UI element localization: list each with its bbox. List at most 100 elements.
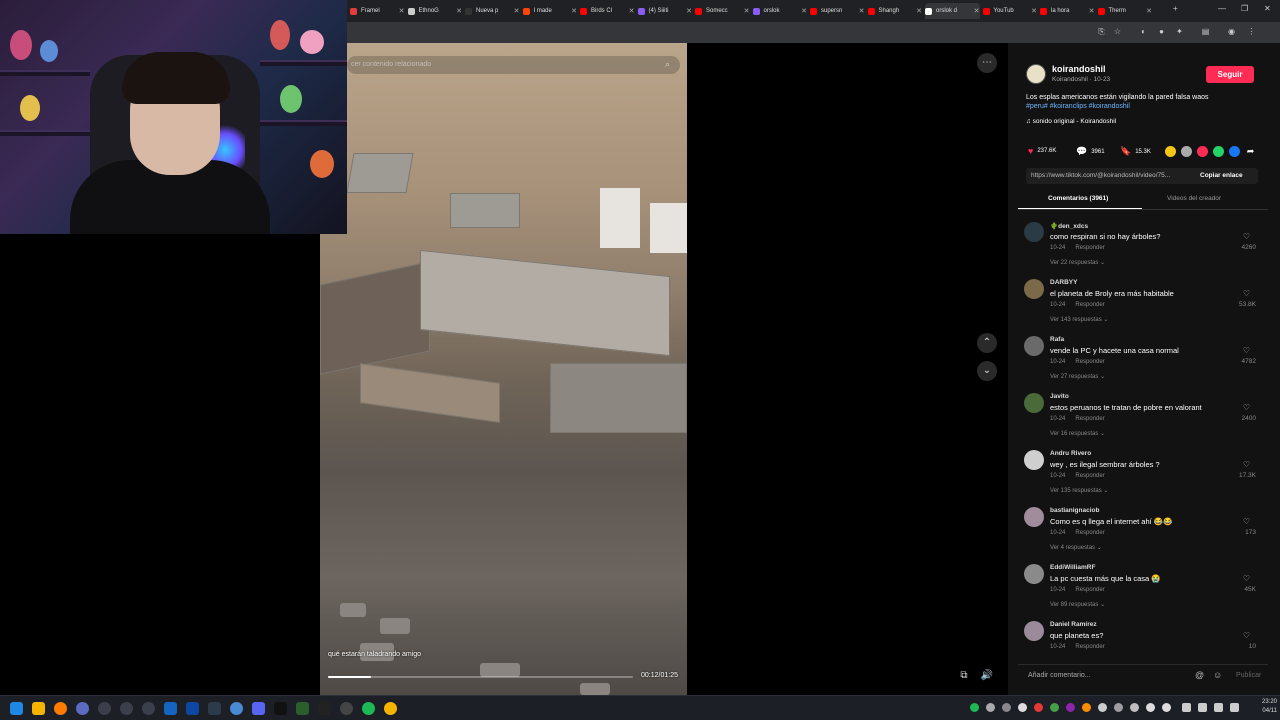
app-arrow-icon[interactable] [120, 702, 133, 715]
app-gear-icon[interactable] [340, 702, 353, 715]
volume-icon[interactable]: 🔊 [977, 666, 997, 686]
share-whatsapp-icon[interactable] [1213, 146, 1224, 157]
close-window-icon[interactable]: ✕ [1264, 4, 1271, 13]
comment-stat[interactable]: 💬 3961 [1076, 146, 1105, 157]
reply-button[interactable]: Responder [1075, 473, 1104, 479]
clock-date[interactable]: 04/11 [1253, 708, 1277, 714]
steam-icon[interactable] [208, 702, 221, 715]
creator-username[interactable]: koirandoshil [1052, 64, 1106, 74]
comment-heart-icon[interactable]: ♡ [1243, 460, 1250, 469]
chevron-down-icon[interactable]: ⌄ [977, 361, 997, 381]
obs-icon[interactable] [318, 702, 331, 715]
browser-tab[interactable]: Birds Cl ✕ [580, 3, 635, 19]
app-green-icon[interactable] [296, 702, 309, 715]
search-app-icon[interactable] [54, 702, 67, 715]
browser-tab[interactable]: I made ✕ [522, 3, 577, 19]
app-blue-icon[interactable] [164, 702, 177, 715]
video-player[interactable] [320, 43, 687, 695]
chrome-icon[interactable] [384, 702, 397, 715]
more-options-icon[interactable]: ⋯ [977, 53, 997, 73]
tray-icon-9[interactable] [1114, 703, 1123, 712]
post-hashtags[interactable]: #peru# #koiranclips #koirandoshil [1026, 103, 1130, 110]
tray-icon-8[interactable] [1098, 703, 1107, 712]
tab-close-icon[interactable]: ✕ [797, 7, 807, 15]
tab-close-icon[interactable]: ✕ [567, 7, 577, 15]
commenter-avatar[interactable] [1024, 222, 1044, 242]
commenter-avatar[interactable] [1024, 279, 1044, 299]
tab-close-icon[interactable]: ✕ [970, 7, 980, 15]
commenter-avatar[interactable] [1024, 507, 1044, 527]
profile-icon[interactable]: ◉ [1227, 27, 1236, 36]
video-progress-bar[interactable] [328, 676, 633, 678]
bookmarks-icon[interactable]: ▤ [1201, 27, 1210, 36]
tab-close-icon[interactable]: ✕ [682, 7, 692, 15]
reply-button[interactable]: Responder [1075, 359, 1104, 365]
reply-button[interactable]: Responder [1075, 644, 1104, 650]
pip-icon[interactable]: ⧉ [954, 666, 974, 686]
tray-icon-11[interactable] [1146, 703, 1155, 712]
maximize-icon[interactable]: ❐ [1241, 4, 1248, 13]
view-replies-link[interactable]: Ver 16 respuestas ⌄ [1050, 430, 1105, 437]
reply-button[interactable]: Responder [1075, 587, 1104, 593]
install-app-icon[interactable]: ⎘ [1097, 27, 1106, 36]
tray-icon-3[interactable] [1018, 703, 1027, 712]
battery-icon[interactable] [1230, 703, 1239, 712]
tray-icon-12[interactable] [1162, 703, 1171, 712]
commenter-name[interactable]: bastianignaciob [1050, 507, 1099, 514]
extension-icon[interactable]: ◐ [1139, 27, 1148, 36]
reply-button[interactable]: Responder [1075, 302, 1104, 308]
view-replies-link[interactable]: Ver 143 respuestas ⌄ [1050, 316, 1108, 323]
speaker-icon[interactable] [1198, 703, 1207, 712]
view-replies-link[interactable]: Ver 135 respuestas ⌄ [1050, 487, 1108, 494]
commenter-name[interactable]: Andru Rivero [1050, 450, 1091, 457]
tab-close-icon[interactable]: ✕ [1085, 7, 1095, 15]
tray-icon-4[interactable] [1034, 703, 1043, 712]
like-stat[interactable]: ♥ 237.6K [1028, 146, 1056, 156]
reply-button[interactable]: Responder [1075, 530, 1104, 536]
commenter-avatar[interactable] [1024, 564, 1044, 584]
view-replies-link[interactable]: Ver 27 respuestas ⌄ [1050, 373, 1105, 380]
tab-creator-videos[interactable]: Videos del creador [1167, 195, 1221, 202]
tab-close-icon[interactable]: ✕ [395, 7, 405, 15]
copy-link-button[interactable]: Copiar enlace [1200, 172, 1243, 179]
tab-close-icon[interactable]: ✕ [855, 7, 865, 15]
app-globe-icon[interactable] [230, 702, 243, 715]
comment-heart-icon[interactable]: ♡ [1243, 289, 1250, 298]
browser-tab[interactable]: la hora ✕ [1040, 3, 1095, 19]
network-icon[interactable] [1182, 703, 1191, 712]
browser-tab[interactable]: Framel ✕ [350, 3, 405, 19]
app-hx-icon[interactable] [142, 702, 155, 715]
commenter-avatar[interactable] [1024, 336, 1044, 356]
browser-tab[interactable]: (4) Siiiti ✕ [637, 3, 692, 19]
follow-button[interactable]: Seguir [1206, 66, 1254, 83]
search-icon[interactable]: ⌕ [665, 59, 670, 70]
extension-blue-icon[interactable]: ● [1157, 27, 1166, 36]
share-more-icon[interactable]: ➦ [1245, 146, 1256, 157]
browser-tab[interactable]: orslok d ✕ [925, 3, 980, 19]
tab-comments[interactable]: Comentarios (3961) [1048, 195, 1108, 202]
commenter-name[interactable]: Daniel Ramírez [1050, 621, 1097, 628]
comment-heart-icon[interactable]: ♡ [1243, 346, 1250, 355]
view-replies-link[interactable]: Ver 4 respuestas ⌄ [1050, 544, 1102, 551]
tray-spotify-icon[interactable] [970, 703, 979, 712]
share-facebook-icon[interactable] [1229, 146, 1240, 157]
browser-tab[interactable]: Somecc ✕ [695, 3, 750, 19]
chevron-up-icon[interactable]: ⌃ [977, 333, 997, 353]
tab-close-icon[interactable]: ✕ [510, 7, 520, 15]
tab-close-icon[interactable]: ✕ [740, 7, 750, 15]
app-v-icon[interactable] [76, 702, 89, 715]
share-tiktok-icon[interactable] [1197, 146, 1208, 157]
new-tab-icon[interactable]: + [1173, 4, 1178, 13]
tray-icon-6[interactable] [1066, 703, 1075, 712]
tiktok-icon[interactable] [274, 702, 287, 715]
related-content-search[interactable]: cer contenido relacionado ⌕ [347, 56, 680, 74]
comment-heart-icon[interactable]: ♡ [1243, 232, 1250, 241]
share-embed-icon[interactable] [1165, 146, 1176, 157]
post-sound[interactable]: ♫ sonido original - Koirandoshil [1026, 118, 1116, 125]
commenter-name[interactable]: 🌵den_xdcs [1050, 222, 1088, 230]
app-mail-icon[interactable] [186, 702, 199, 715]
commenter-avatar[interactable] [1024, 450, 1044, 470]
reply-button[interactable]: Responder [1075, 245, 1104, 251]
view-replies-link[interactable]: Ver 89 respuestas ⌄ [1050, 601, 1105, 608]
commenter-avatar[interactable] [1024, 621, 1044, 641]
